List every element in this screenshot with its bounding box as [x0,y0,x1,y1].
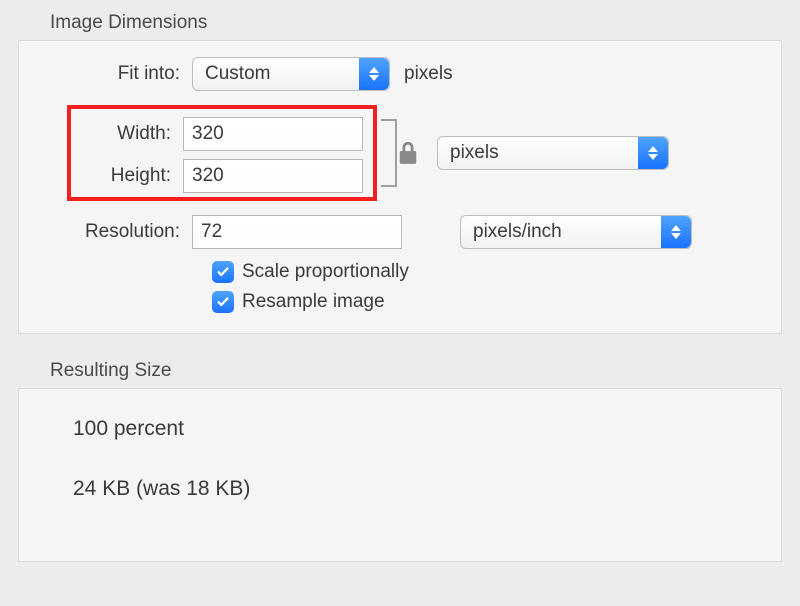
resulting-size-panel: 100 percent 24 KB (was 18 KB) [18,388,782,562]
resample-image-label: Resample image [242,291,385,313]
fit-into-row: Fit into: Custom pixels [37,57,763,91]
size-units-select[interactable]: pixels [437,136,669,170]
resolution-units-value: pixels/inch [473,221,562,243]
chevron-updown-icon [359,58,389,90]
scale-proportionally-checkbox[interactable] [212,261,234,283]
resample-image-row: Resample image [212,291,763,313]
resolution-units-select[interactable]: pixels/inch [460,215,692,249]
width-input[interactable] [183,117,363,151]
height-label: Height: [73,165,183,187]
width-height-highlight: Width: Height: [67,105,377,201]
size-units-value: pixels [450,142,499,164]
fit-into-units: pixels [404,63,453,85]
height-input[interactable] [183,159,363,193]
resolution-input[interactable] [192,215,402,249]
resulting-size-section: Resulting Size 100 percent 24 KB (was 18… [18,360,782,562]
chevron-updown-icon [661,216,691,248]
result-size: 24 KB (was 18 KB) [73,477,727,501]
chevron-updown-icon [638,137,668,169]
image-dimensions-title: Image Dimensions [50,12,782,34]
resolution-label: Resolution: [37,221,192,243]
scale-proportionally-label: Scale proportionally [242,261,409,283]
resolution-row: Resolution: pixels/inch [37,215,763,249]
resulting-size-title: Resulting Size [50,360,782,382]
check-icon [216,265,230,279]
fit-into-value: Custom [205,63,270,85]
link-bracket [375,113,403,193]
image-dimensions-panel: Fit into: Custom pixels Width: Height: [18,40,782,334]
width-label: Width: [73,123,183,145]
resample-image-checkbox[interactable] [212,291,234,313]
check-icon [216,295,230,309]
result-percent: 100 percent [73,417,727,441]
scale-proportionally-row: Scale proportionally [212,261,763,283]
image-dimensions-section: Image Dimensions Fit into: Custom pixels… [18,12,782,334]
width-height-group: Width: Height: pixels [67,105,763,201]
fit-into-label: Fit into: [37,63,192,85]
fit-into-select[interactable]: Custom [192,57,390,91]
